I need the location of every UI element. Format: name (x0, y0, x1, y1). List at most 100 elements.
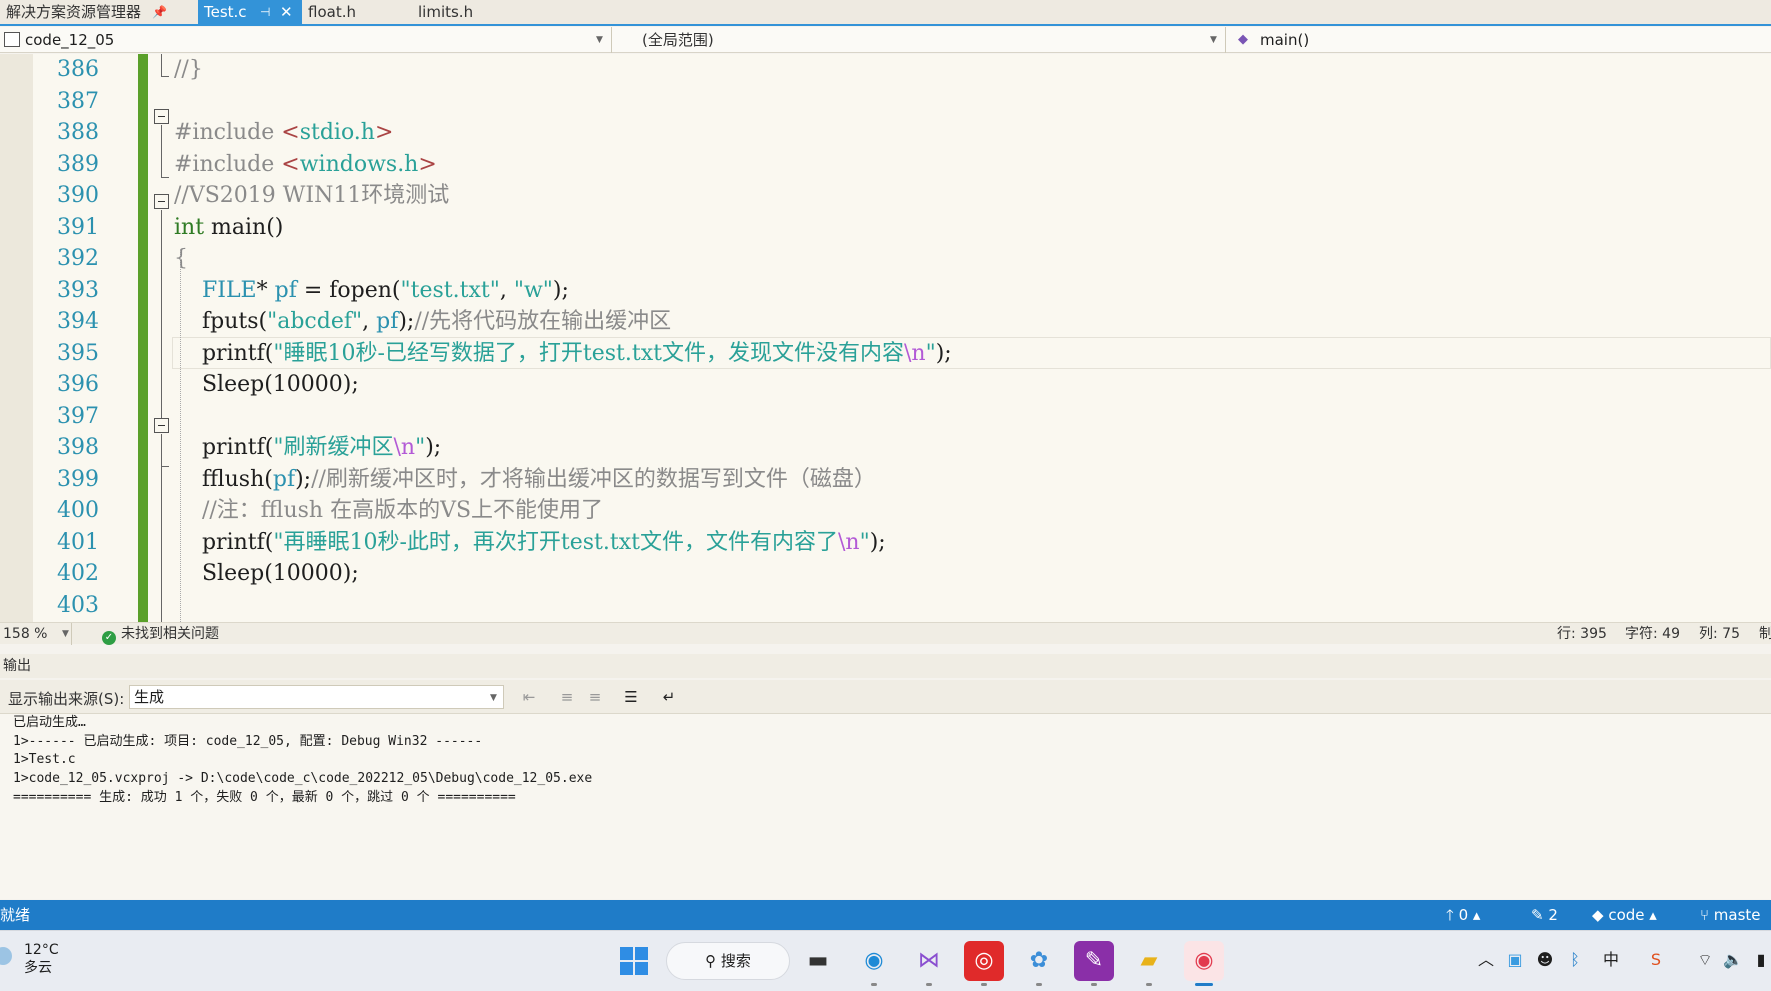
pin-icon[interactable]: 📌 (152, 0, 167, 24)
code-token: { (174, 246, 188, 271)
scope-dropdown[interactable]: (全局范围) ▼ (614, 27, 1226, 53)
battery-icon[interactable]: ▮ (1750, 949, 1771, 971)
code-line[interactable]: //VS2019 WIN11环境测试 (174, 180, 449, 212)
cursor-column[interactable]: 列: 75 (1699, 623, 1740, 645)
pending-changes[interactable]: ✎ 2 (1531, 900, 1558, 930)
tab-test-c[interactable]: Test.c ⊣ ✕ (198, 0, 302, 24)
code-token: Sleep(10000); (174, 372, 359, 397)
bluetooth-icon[interactable]: ᛒ (1564, 949, 1586, 971)
code-token: > (418, 151, 437, 177)
taskbar-search[interactable]: ⚲ 搜索 (666, 942, 790, 980)
sogou-icon[interactable]: S (1645, 949, 1667, 971)
chevron-down-icon: ▼ (62, 629, 69, 639)
code-line[interactable]: //注：fflush 在高版本的VS上不能使用了 (174, 495, 603, 527)
code-token: "再睡眠10秒-此时，再次打开test.txt文件，文件有内容了 (273, 529, 838, 555)
wifi-icon[interactable]: ⌔ (1694, 949, 1716, 971)
code-token: " (415, 435, 426, 460)
tab-solution-explorer[interactable]: 解决方案资源管理器 📌 (0, 0, 196, 24)
repository-selector[interactable]: ◆ code ▴ (1592, 900, 1657, 930)
onenote-icon[interactable]: ✎ (1074, 941, 1114, 981)
output-text[interactable]: 已启动生成… 1>------ 已启动生成: 项目: code_12_05, 配置… (0, 714, 1771, 899)
issues-indicator[interactable]: ✓ 未找到相关问题 (102, 623, 219, 645)
chrome-like-icon[interactable]: ✿ (1019, 941, 1059, 981)
code-line[interactable]: Sleep(10000); (174, 369, 359, 401)
code-token: "abcdef" (267, 309, 363, 334)
code-token: "test.txt" (400, 277, 500, 303)
ime-icon[interactable]: 中 (1600, 949, 1622, 971)
project-dropdown[interactable]: code_12_05 ▼ (0, 27, 612, 53)
visual-studio-icon[interactable]: ⋈ (909, 941, 949, 981)
line-ending-mode[interactable]: 制 (1759, 623, 1771, 645)
code-token: " (925, 340, 936, 366)
tab-label: Test.c (204, 3, 247, 21)
function-dropdown[interactable]: ◆ main() (1228, 27, 1771, 53)
cursor-line[interactable]: 行: 395 (1557, 623, 1607, 645)
search-icon: ⚲ (705, 952, 717, 970)
terminal-icon[interactable]: ▬ (798, 941, 838, 981)
chevron-down-icon: ▼ (490, 693, 497, 703)
selection-margin[interactable] (0, 54, 33, 622)
code-line[interactable]: printf("刷新缓冲区\n"); (174, 432, 441, 464)
tab-limits-h[interactable]: limits.h (412, 0, 522, 24)
code-token: //VS2019 WIN11环境测试 (174, 183, 450, 208)
chevron-up-icon[interactable]: ︿ (1475, 949, 1497, 971)
code-token: , (499, 277, 514, 303)
pin-icon[interactable]: ⊣ (260, 0, 270, 24)
code-line[interactable]: printf("睡眠10秒-已经写数据了，打开test.txt文件，发现文件没有… (174, 338, 952, 370)
code-token: Sleep(10000); (174, 561, 359, 586)
netease-music-icon[interactable]: ◎ (964, 941, 1004, 981)
code-line[interactable]: #include <stdio.h> (174, 117, 393, 149)
weather-icon (0, 947, 12, 965)
fold-line (161, 76, 169, 77)
weather-temp: 12°C (24, 942, 59, 958)
zoom-dropdown[interactable]: 158 % ▼ (0, 623, 72, 645)
close-icon[interactable]: ✕ (280, 0, 293, 24)
file-explorer-icon[interactable]: ▰ (1129, 941, 1169, 981)
clear-all-icon[interactable]: ☰ (620, 686, 642, 708)
word-wrap-icon[interactable]: ↵ (658, 686, 680, 708)
branch-selector[interactable]: ⑂ maste (1700, 900, 1761, 930)
code-token: ); (935, 340, 952, 366)
status-ready-text: 就绪 (0, 906, 31, 924)
code-line[interactable]: { (174, 243, 188, 275)
code-token: fflush( (174, 466, 273, 492)
code-line[interactable]: //} (174, 54, 203, 86)
fold-toggle-include[interactable] (154, 109, 169, 124)
code-token: #include (174, 120, 282, 145)
issues-text: 未找到相关问题 (121, 626, 219, 642)
app-tray-icon[interactable]: ▣ (1504, 949, 1526, 971)
code-line[interactable]: int main() (174, 212, 283, 244)
code-token: "刷新缓冲区 (273, 435, 394, 460)
volume-icon[interactable]: 🔈 (1722, 949, 1744, 971)
running-indicator (981, 983, 987, 986)
code-line[interactable]: fputs("abcdef", pf);//先将代码放在输出缓冲区 (174, 306, 671, 338)
output-source-dropdown[interactable]: 生成 ▼ (129, 685, 504, 709)
code-line[interactable]: FILE* pf = fopen("test.txt", "w"); (174, 275, 569, 307)
code-line[interactable]: Sleep(10000); (174, 558, 359, 590)
output-source-label: 显示输出来源(S): (8, 690, 125, 708)
prev-message-icon[interactable]: ≡ (556, 686, 578, 708)
code-editor[interactable]: 386//} 387 388 #include <stdio.h> 389 #includ… (0, 54, 1771, 622)
edge-icon[interactable]: ◉ (854, 941, 894, 981)
fold-toggle-main[interactable] (154, 194, 169, 209)
tab-float-h[interactable]: float.h (302, 0, 412, 24)
line-number: 403 (57, 592, 99, 618)
cursor-char[interactable]: 字符: 49 (1625, 623, 1680, 645)
code-line[interactable]: fflush(pf);//刷新缓冲区时，才将输出缓冲区的数据写到文件（磁盘） (174, 464, 876, 496)
code-token: < (281, 151, 300, 177)
code-line[interactable]: #include <windows.h> (174, 149, 437, 181)
recorder-icon[interactable]: ◉ (1184, 941, 1224, 981)
running-indicator (926, 983, 932, 986)
qq-icon[interactable]: ☻ (1534, 949, 1556, 971)
output-line: 已启动生成… (13, 715, 86, 730)
code-line[interactable]: printf("再睡眠10秒-此时，再次打开test.txt文件，文件有内容了\… (174, 527, 886, 559)
unpushed-commits[interactable]: 🡑 0 ▴ (1446, 900, 1480, 930)
next-message-icon[interactable]: ≡ (584, 686, 606, 708)
code-token: stdio.h (299, 120, 375, 145)
fold-toggle-comment[interactable] (154, 418, 169, 433)
find-message-icon[interactable]: ⇤ (518, 686, 540, 708)
start-icon[interactable] (614, 941, 654, 981)
search-label: 搜索 (720, 952, 751, 970)
code-token: < (281, 120, 300, 145)
line-number: 398 (57, 435, 99, 460)
